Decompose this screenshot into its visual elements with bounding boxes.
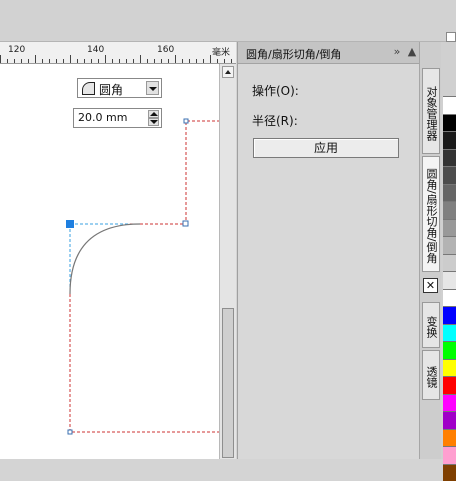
increment-icon[interactable] xyxy=(148,110,159,118)
color-swatch[interactable] xyxy=(443,394,456,412)
expand-icon[interactable]: » xyxy=(390,45,404,59)
outline-bottom xyxy=(70,224,219,432)
ruler-tick xyxy=(35,55,36,63)
color-swatch[interactable] xyxy=(443,411,456,429)
ruler-tick xyxy=(133,59,134,63)
ruler-label-120: 120 xyxy=(8,45,25,55)
ruler-label-140: 140 xyxy=(87,45,104,55)
ruler-tick xyxy=(175,55,176,63)
color-swatch[interactable] xyxy=(443,219,456,237)
color-swatch[interactable] xyxy=(443,236,456,254)
color-swatch[interactable] xyxy=(443,271,456,289)
ruler-tick xyxy=(91,59,92,63)
color-swatch[interactable] xyxy=(443,464,456,481)
ruler-tick xyxy=(203,59,204,63)
color-palette xyxy=(441,42,456,459)
color-swatch[interactable] xyxy=(443,114,456,132)
chevron-down-icon[interactable] xyxy=(146,81,159,95)
tab-lens[interactable]: 透镜 xyxy=(422,350,440,400)
fillet-curve xyxy=(70,224,140,294)
ruler-tick xyxy=(126,59,127,63)
color-swatch[interactable] xyxy=(443,201,456,219)
operation-value: 圆角 xyxy=(99,81,123,98)
toolbar-corner-icon[interactable] xyxy=(446,32,456,42)
close-tab-icon[interactable]: ✕ xyxy=(423,278,438,293)
radius-value: 20.0 mm xyxy=(78,111,127,124)
color-swatch[interactable] xyxy=(443,184,456,202)
ruler-tick xyxy=(0,55,1,63)
ruler-tick xyxy=(168,59,169,63)
color-swatch[interactable] xyxy=(443,324,456,342)
ruler-tick xyxy=(112,59,113,63)
decrement-icon[interactable] xyxy=(148,118,159,126)
node[interactable] xyxy=(68,430,72,434)
fillet-icon xyxy=(82,82,95,95)
ruler-tick xyxy=(98,59,99,63)
operation-select[interactable]: 圆角 xyxy=(77,78,162,98)
ruler-tick xyxy=(217,59,218,63)
ruler-tick xyxy=(84,59,85,63)
ruler-tick xyxy=(42,59,43,63)
color-swatch[interactable] xyxy=(443,149,456,167)
tab-transform[interactable]: 变换 xyxy=(422,302,440,348)
panel-title: 圆角/扇形切角/倒角 xyxy=(246,46,341,62)
ruler-tick xyxy=(119,59,120,63)
color-swatch[interactable] xyxy=(443,341,456,359)
tab-fillet[interactable]: 圆角/扇形切角/倒角 xyxy=(422,156,440,272)
color-swatch[interactable] xyxy=(443,429,456,447)
panel-header: 圆角/扇形切角/倒角 » ▲ xyxy=(238,42,420,64)
ruler-tick xyxy=(49,59,50,63)
ruler-tick xyxy=(63,59,64,63)
ruler-tick xyxy=(21,59,22,63)
ruler-tick xyxy=(189,59,190,63)
ruler-tick xyxy=(77,59,78,63)
apply-button[interactable]: 应用 xyxy=(253,138,399,158)
horizontal-ruler: 120 140 160 毫米 xyxy=(0,42,236,64)
color-swatch[interactable] xyxy=(443,254,456,272)
tab-object-manager[interactable]: 对象管理器 xyxy=(422,68,440,154)
operation-label: 操作(O): xyxy=(252,82,299,99)
ruler-tick xyxy=(231,59,232,63)
collapse-icon[interactable]: ▲ xyxy=(405,45,419,59)
node[interactable] xyxy=(184,119,188,123)
color-swatch[interactable] xyxy=(443,289,456,307)
ruler-tick xyxy=(161,59,162,63)
color-swatch[interactable] xyxy=(443,376,456,394)
corner-node-selected[interactable] xyxy=(66,220,74,228)
ruler-unit: 毫米 xyxy=(212,45,230,58)
ruler-tick xyxy=(224,59,225,63)
color-swatch[interactable] xyxy=(443,96,456,114)
fillet-docker-panel: 圆角/扇形切角/倒角 » ▲ 操作(O): 半径(R): 应用 xyxy=(237,42,419,459)
ruler-label-160: 160 xyxy=(157,45,174,55)
ruler-tick xyxy=(56,59,57,63)
color-swatch[interactable] xyxy=(443,306,456,324)
ruler-tick xyxy=(14,59,15,63)
ruler-tick xyxy=(7,59,8,63)
ruler-tick xyxy=(154,59,155,63)
color-swatch[interactable] xyxy=(443,166,456,184)
outline-top xyxy=(70,121,219,224)
vertical-scrollbar[interactable] xyxy=(219,64,236,459)
ruler-tick xyxy=(147,59,148,63)
docker-tabs: 对象管理器 圆角/扇形切角/倒角 ✕ 变换 透镜 xyxy=(419,42,441,459)
ruler-tick xyxy=(196,59,197,63)
color-swatch[interactable] xyxy=(443,359,456,377)
ruler-tick xyxy=(182,59,183,63)
ruler-tick xyxy=(140,55,141,63)
color-swatch[interactable] xyxy=(443,446,456,464)
ruler-tick xyxy=(210,55,211,63)
ruler-tick xyxy=(105,55,106,63)
node[interactable] xyxy=(183,221,188,226)
scroll-up-icon[interactable] xyxy=(222,66,234,78)
radius-label: 半径(R): xyxy=(252,112,298,129)
ruler-tick xyxy=(70,55,71,63)
top-toolbar xyxy=(0,0,456,42)
scroll-thumb[interactable] xyxy=(222,308,234,458)
color-swatch[interactable] xyxy=(443,131,456,149)
radius-spinbox[interactable]: 20.0 mm xyxy=(73,108,162,128)
ruler-tick xyxy=(28,59,29,63)
